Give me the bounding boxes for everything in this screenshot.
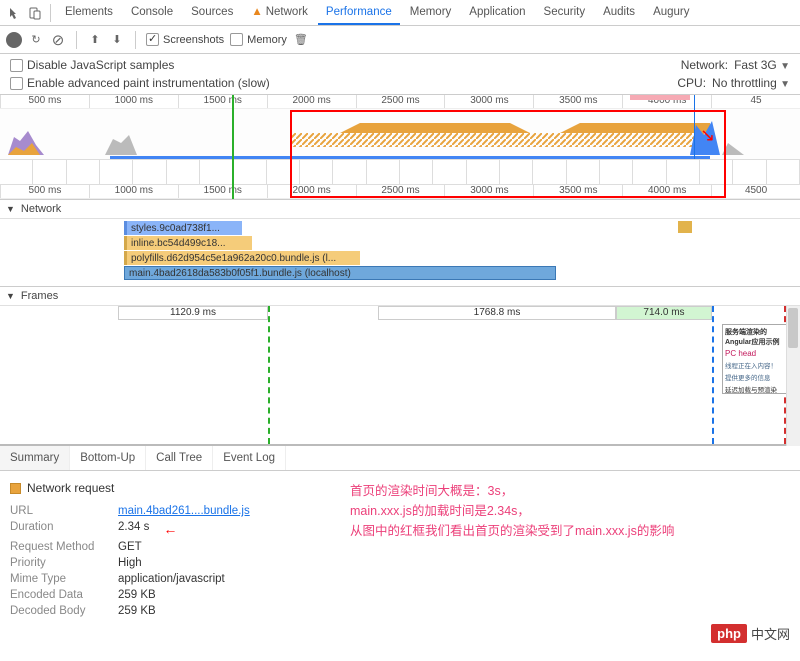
checkbox-icon xyxy=(10,59,23,72)
tab-elements[interactable]: Elements xyxy=(57,1,121,25)
details-tabs: Summary Bottom-Up Call Tree Event Log xyxy=(0,446,800,471)
frame-segment[interactable]: 1768.8 ms xyxy=(378,306,616,320)
summary-title: Network request xyxy=(10,481,310,495)
frame-segment[interactable]: 714.0 ms xyxy=(616,306,712,320)
tab-performance[interactable]: Performance xyxy=(318,1,400,25)
enable-paint-checkbox[interactable]: Enable advanced paint instrumentation (s… xyxy=(10,76,270,90)
network-section-header[interactable]: ▼Network xyxy=(0,200,800,219)
filmstrip xyxy=(0,159,800,185)
cpu-throttle-label: CPU: xyxy=(677,76,706,90)
cpu-throttle-select[interactable]: No throttling ▼ xyxy=(712,76,790,90)
memory-checkbox[interactable]: Memory xyxy=(230,33,287,46)
summary-row-url: URLmain.4bad261....bundle.js xyxy=(10,505,310,517)
marker-green xyxy=(268,306,270,444)
frames-chart[interactable]: 1120.9 ms 1768.8 ms 714.0 ms 服务端渲染的Angul… xyxy=(0,306,800,446)
time-ruler-bottom: 500 ms1000 ms1500 ms2000 ms2500 ms3000 m… xyxy=(0,185,800,199)
green-marker xyxy=(232,95,234,199)
marker-blue xyxy=(712,306,714,444)
network-bar-main[interactable]: main.4bad2618da583b0f05f1.bundle.js (loc… xyxy=(124,266,556,280)
marker-line xyxy=(694,95,695,159)
separator xyxy=(135,31,136,49)
panel-tabs: Elements Console Sources ▲Network Perfor… xyxy=(57,1,794,25)
devtools-toolbar: Elements Console Sources ▲Network Perfor… xyxy=(0,0,800,26)
tab-event-log[interactable]: Event Log xyxy=(213,446,286,470)
summary-row-encoded: Encoded Data259 KB xyxy=(10,589,310,601)
checkbox-icon xyxy=(10,77,23,90)
frame-preview: 服务端渲染的Angular应用示例 PC head 线程正在入内容！ 提供更多的… xyxy=(722,324,796,394)
annotation-text: 首页的渲染时间大概是：3s， main.xxx.js的加载时间是2.34s， 从… xyxy=(350,481,674,641)
tab-application[interactable]: Application xyxy=(461,1,533,25)
load-icon[interactable]: ⬆ xyxy=(87,32,103,48)
tab-security[interactable]: Security xyxy=(536,1,594,25)
checkbox-icon xyxy=(230,33,243,46)
collapse-icon: ▼ xyxy=(6,291,15,301)
device-icon[interactable] xyxy=(26,4,44,22)
overview-timeline[interactable]: 500 ms1000 ms1500 ms2000 ms2500 ms3000 m… xyxy=(0,95,800,200)
summary-row-decoded: Decoded Body259 KB xyxy=(10,605,310,617)
summary-panel: Network request URLmain.4bad261....bundl… xyxy=(0,471,800,651)
network-throttle-select[interactable]: Fast 3G ▼ xyxy=(734,58,790,72)
tab-summary[interactable]: Summary xyxy=(0,446,70,470)
record-button[interactable] xyxy=(6,32,22,48)
url-link[interactable]: main.4bad261....bundle.js xyxy=(118,505,250,517)
warning-icon: ▲ xyxy=(251,6,262,18)
network-throttle-label: Network: xyxy=(681,58,728,72)
overview-bar xyxy=(110,156,710,159)
marker-bar xyxy=(630,95,690,100)
network-bar-inline[interactable]: inline.bc54d499c18... xyxy=(124,236,252,250)
tab-sources[interactable]: Sources xyxy=(183,1,241,25)
screenshots-checkbox[interactable]: Screenshots xyxy=(146,33,224,46)
chevron-down-icon: ▼ xyxy=(780,79,790,90)
network-flamechart[interactable]: styles.9c0ad738f1... inline.bc54d499c18.… xyxy=(0,219,800,287)
separator xyxy=(50,4,51,22)
separator xyxy=(76,31,77,49)
garbage-icon[interactable]: 🗑 xyxy=(293,32,309,48)
capture-settings: Disable JavaScript samples Network: Fast… xyxy=(0,54,800,95)
annotation-arrow-icon: ← xyxy=(163,521,177,537)
tab-call-tree[interactable]: Call Tree xyxy=(146,446,213,470)
tab-network[interactable]: ▲Network xyxy=(243,1,316,25)
color-swatch xyxy=(10,483,21,494)
save-icon[interactable]: ⬇ xyxy=(109,32,125,48)
summary-row-method: Request MethodGET xyxy=(10,541,310,553)
annotation-arrow: ↘ xyxy=(700,125,715,146)
summary-row-priority: PriorityHigh xyxy=(10,557,310,569)
tab-augury[interactable]: Augury xyxy=(645,1,697,25)
frames-section-header[interactable]: ▼Frames xyxy=(0,287,800,306)
reload-icon[interactable]: ↻ xyxy=(28,32,44,48)
scrollbar-thumb[interactable] xyxy=(788,308,798,348)
watermark-logo: php中文网 xyxy=(711,624,790,643)
summary-row-mime: Mime Typeapplication/javascript xyxy=(10,573,310,585)
scrollbar[interactable] xyxy=(786,306,800,446)
tab-audits[interactable]: Audits xyxy=(595,1,643,25)
tab-memory[interactable]: Memory xyxy=(402,1,460,25)
collapse-icon: ▼ xyxy=(6,204,15,214)
performance-controls: ↻ ⊘ ⬆ ⬇ Screenshots Memory 🗑 xyxy=(0,26,800,54)
frame-segment[interactable]: 1120.9 ms xyxy=(118,306,268,320)
disable-js-checkbox[interactable]: Disable JavaScript samples xyxy=(10,58,174,72)
network-bar-polyfills[interactable]: polyfills.d62d954c5e1a962a20c0.bundle.js… xyxy=(124,251,360,265)
clear-icon[interactable]: ⊘ xyxy=(50,32,66,48)
network-bar-styles[interactable]: styles.9c0ad738f1... xyxy=(124,221,242,235)
inspect-icon[interactable] xyxy=(6,4,24,22)
checkbox-icon xyxy=(146,33,159,46)
overview-strip xyxy=(0,109,800,159)
summary-row-duration: Duration2.34 s← xyxy=(10,521,310,537)
network-bar-extra[interactable] xyxy=(678,221,692,233)
tab-bottom-up[interactable]: Bottom-Up xyxy=(70,446,146,470)
chevron-down-icon: ▼ xyxy=(780,61,790,72)
tab-console[interactable]: Console xyxy=(123,1,181,25)
